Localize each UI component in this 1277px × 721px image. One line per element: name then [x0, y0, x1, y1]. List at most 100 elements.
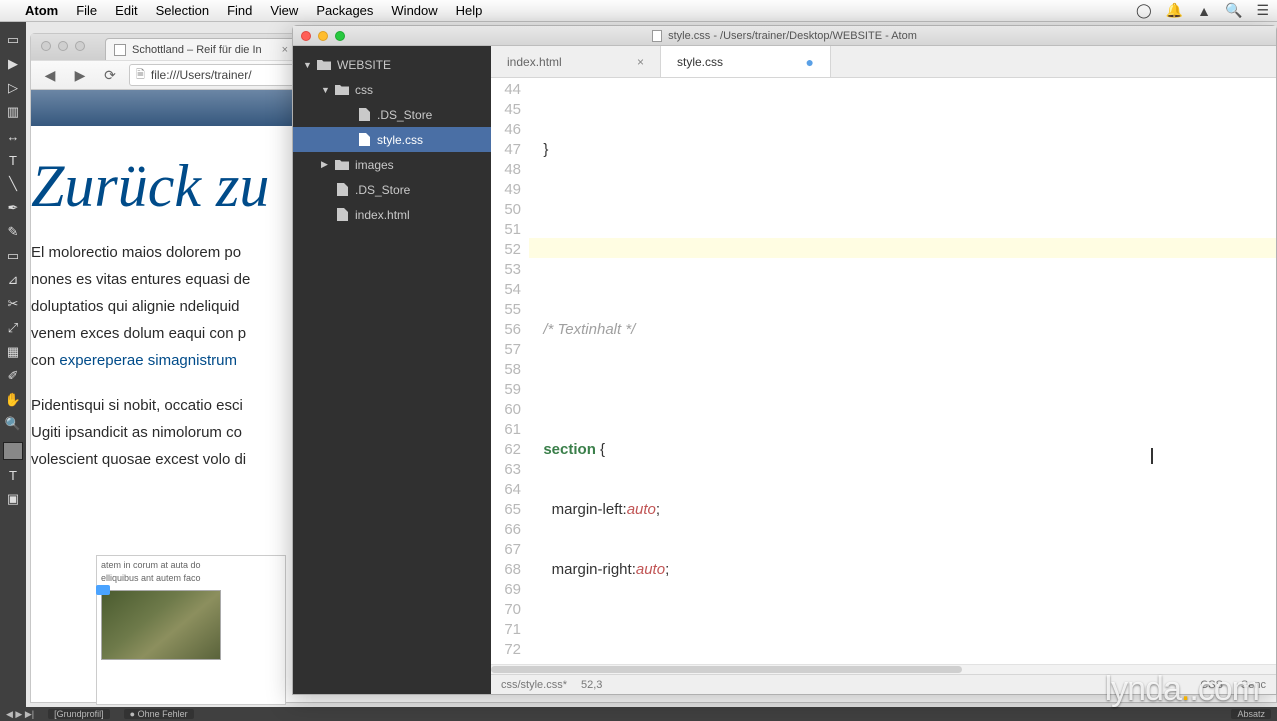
- selection-tool-icon[interactable]: ▶: [2, 53, 24, 75]
- tree-file[interactable]: .DS_Store: [293, 102, 491, 127]
- text-caret-icon: [1151, 448, 1153, 464]
- menu-packages[interactable]: Packages: [316, 3, 373, 18]
- menubar-app[interactable]: Atom: [25, 3, 58, 18]
- editor-tab-index[interactable]: index.html ×: [491, 46, 661, 77]
- tab-label: style.css: [677, 55, 723, 69]
- atom-window: style.css - /Users/trainer/Desktop/WEBSI…: [292, 25, 1277, 695]
- ai-profile: [Grundprofil]: [48, 709, 110, 719]
- tree-label: style.css: [377, 133, 423, 147]
- zoom-tool-icon[interactable]: 🔍: [2, 413, 24, 435]
- menu-help[interactable]: Help: [456, 3, 483, 18]
- search-icon[interactable]: 🔍: [1225, 2, 1242, 19]
- scrollbar-thumb[interactable]: [491, 666, 962, 673]
- tree-label: WEBSITE: [337, 58, 391, 72]
- cloud-icon[interactable]: ◯: [1136, 2, 1152, 19]
- file-icon: [335, 183, 349, 196]
- tab-close-icon[interactable]: ×: [637, 55, 644, 69]
- tree-folder-images[interactable]: ▶ images: [293, 152, 491, 177]
- type-tool-icon[interactable]: T: [2, 149, 24, 171]
- screen-mode-icon[interactable]: ▣: [2, 488, 24, 510]
- watermark: lynda..com: [1105, 670, 1259, 709]
- pencil-tool-icon[interactable]: ✎: [2, 221, 24, 243]
- pen-tool-icon[interactable]: ✒: [2, 197, 24, 219]
- status-path[interactable]: css/style.css*: [501, 679, 567, 691]
- drive-icon[interactable]: ▲: [1197, 3, 1211, 19]
- status-cursor[interactable]: 52,3: [581, 679, 602, 691]
- menu-selection[interactable]: Selection: [156, 3, 209, 18]
- chrome-tab[interactable]: Schottland – Reif für die In ×: [105, 38, 299, 60]
- chevron-right-icon: ▶: [321, 159, 329, 170]
- page-link[interactable]: expereperae simagnistrum: [59, 352, 237, 369]
- tree-file-selected[interactable]: style.css: [293, 127, 491, 152]
- tree-label: .DS_Store: [355, 183, 410, 197]
- gap-tool-icon[interactable]: ↔: [2, 125, 24, 147]
- atom-window-title: style.css - /Users/trainer/Desktop/WEBSI…: [668, 30, 917, 42]
- folder-icon: [317, 59, 331, 70]
- ai-tool[interactable]: ▭: [2, 29, 24, 51]
- document-icon: [652, 30, 662, 42]
- menu-file[interactable]: File: [76, 3, 97, 18]
- panel-text: elliquibus ant autem faco: [101, 572, 281, 585]
- ai-errors: ● Ohne Fehler: [124, 709, 194, 719]
- image-thumbnail[interactable]: [101, 590, 221, 660]
- mode-icon[interactable]: T: [2, 464, 24, 486]
- file-icon: [335, 208, 349, 221]
- tree-folder-css[interactable]: ▼ css: [293, 77, 491, 102]
- menu-view[interactable]: View: [270, 3, 298, 18]
- scissors-icon[interactable]: ✂: [2, 293, 24, 315]
- measure-icon[interactable]: ⊿: [2, 269, 24, 291]
- panel-text: atem in corum at auta do: [101, 559, 281, 572]
- illustrator-subpanel: atem in corum at auta do elliquibus ant …: [96, 555, 286, 705]
- tab-label: index.html: [507, 55, 562, 69]
- tree-view[interactable]: ▼ WEBSITE ▼ css .DS_Store style.css ▶: [293, 46, 491, 694]
- favicon-icon: [114, 44, 126, 56]
- tree-file[interactable]: .DS_Store: [293, 177, 491, 202]
- tree-file[interactable]: index.html: [293, 202, 491, 227]
- direct-select-icon[interactable]: ▷: [2, 77, 24, 99]
- reload-button[interactable]: ⟳: [99, 65, 121, 85]
- illustrator-toolbar: ▭ ▶ ▷ ▥ ↔ T ╲ ✒ ✎ ▭ ⊿ ✂ ⤢ ▦ ✐ ✋ 🔍 T ▣: [0, 22, 26, 707]
- code-editor[interactable]: 4445464748495051525354555657585960616263…: [491, 78, 1276, 664]
- back-button[interactable]: ◀: [39, 65, 61, 85]
- menu-window[interactable]: Window: [391, 3, 437, 18]
- tree-label: index.html: [355, 208, 410, 222]
- forward-button[interactable]: ▶: [69, 65, 91, 85]
- unsaved-dot-icon: ●: [806, 55, 814, 69]
- folder-icon: [335, 84, 349, 95]
- folder-icon: [335, 159, 349, 170]
- tree-label: images: [355, 158, 394, 172]
- line-gutter: 4445464748495051525354555657585960616263…: [491, 78, 529, 664]
- editor-tab-style[interactable]: style.css ●: [661, 46, 831, 77]
- atom-titlebar: style.css - /Users/trainer/Desktop/WEBSI…: [293, 26, 1276, 46]
- menu-find[interactable]: Find: [227, 3, 252, 18]
- eyedropper-icon[interactable]: ✐: [2, 365, 24, 387]
- bell-icon[interactable]: 🔔: [1166, 2, 1183, 19]
- hand-tool-icon[interactable]: ✋: [2, 389, 24, 411]
- illustrator-statusbar: ◀ ▶ ▶| [Grundprofil] ● Ohne Fehler Absat…: [0, 707, 1277, 721]
- tree-folder-root[interactable]: ▼ WEBSITE: [293, 52, 491, 77]
- tree-label: css: [355, 83, 373, 97]
- file-icon: [357, 108, 371, 121]
- menu-edit[interactable]: Edit: [115, 3, 137, 18]
- line-tool-icon[interactable]: ╲: [2, 173, 24, 195]
- editor-pane: index.html × style.css ● 444546474849505…: [491, 46, 1276, 694]
- link-badge-icon: [96, 585, 110, 595]
- chevron-down-icon: ▼: [303, 60, 311, 70]
- editor-tabbar: index.html × style.css ●: [491, 46, 1276, 78]
- url-text: file:///Users/trainer/: [151, 68, 252, 82]
- fill-stroke-swatch[interactable]: [3, 442, 23, 460]
- page-tool-icon[interactable]: ▥: [2, 101, 24, 123]
- mac-menubar: Atom File Edit Selection Find View Packa…: [0, 0, 1277, 22]
- menu-icon[interactable]: ☰: [1256, 2, 1269, 19]
- current-line-highlight: [529, 238, 1276, 258]
- transform-icon[interactable]: ⤢: [2, 317, 24, 339]
- gradient-icon[interactable]: ▦: [2, 341, 24, 363]
- atom-traffic-lights[interactable]: [301, 31, 345, 41]
- code-area[interactable]: } /* Textinhalt */ section { margin-left…: [529, 78, 1276, 664]
- file-icon: 🗎: [136, 66, 145, 85]
- chevron-down-icon: ▼: [321, 85, 329, 95]
- chrome-traffic-lights[interactable]: [41, 41, 85, 51]
- tab-close-icon[interactable]: ×: [282, 44, 288, 56]
- chrome-tab-title: Schottland – Reif für die In: [132, 44, 262, 56]
- rect-tool-icon[interactable]: ▭: [2, 245, 24, 267]
